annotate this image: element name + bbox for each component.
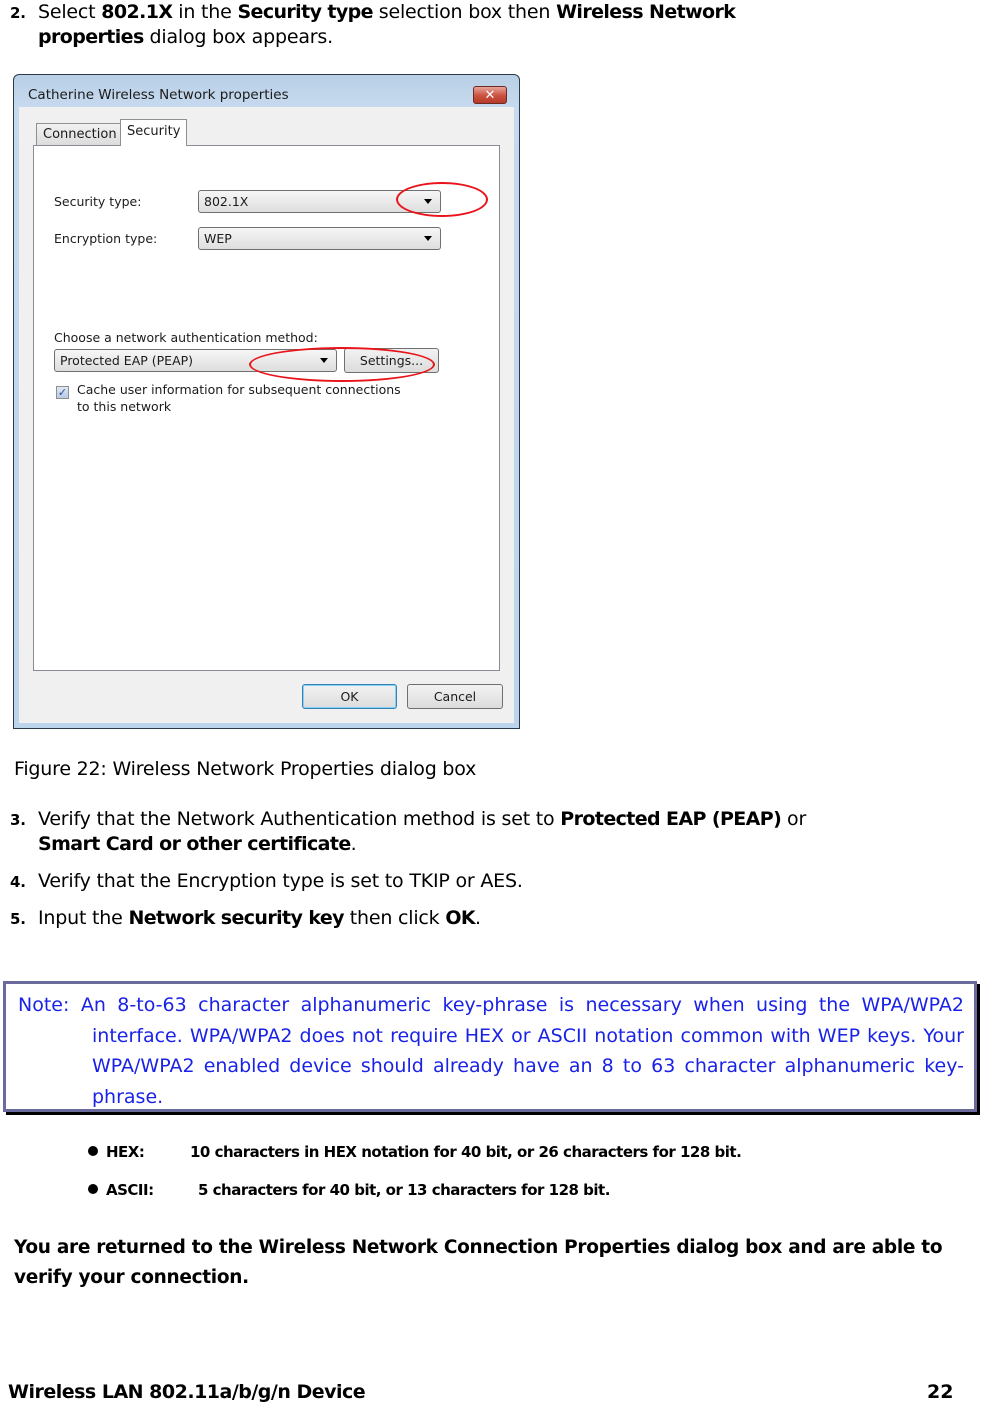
step-3: 3. Verify that the Network Authentication… [10,808,807,855]
figure-caption: Figure 22: Wireless Network Properties d… [14,758,477,780]
wireless-network-properties-dialog: Catherine Wireless Network properties ✕ … [13,74,520,729]
note-box: Note: An 8-to-63 character alphanumeric … [3,981,977,1112]
cache-user-info-checkbox[interactable]: ✓ [56,386,69,399]
page-number: 22 [927,1381,954,1403]
cancel-button[interactable]: Cancel [407,684,503,709]
footer-title: Wireless LAN 802.11a/b/g/n Device [8,1381,366,1403]
encryption-type-label: Encryption type: [54,231,158,246]
tab-connection[interactable]: Connection [36,123,124,145]
note-text: Note: An 8-to-63 character alphanumeric … [18,994,964,1108]
close-icon: ✕ [484,88,496,103]
cache-user-info-label: Cache user information for subsequent co… [77,382,401,414]
bullet-hex: HEX: 10 characters in HEX notation for 40… [88,1143,742,1161]
chevron-down-icon [424,236,432,241]
tab-security[interactable]: Security [120,119,188,146]
highlight-ellipse-settings [249,347,435,382]
auth-method-value: Protected EAP (PEAP) [60,353,194,368]
bullet-ascii: ASCII: 5 characters for 40 bit, or 13 cha… [88,1181,610,1199]
bullet-dot-icon [88,1146,98,1156]
auth-method-label: Choose a network authentication method: [54,330,318,345]
closing-paragraph: You are returned to the Wireless Network… [14,1237,943,1288]
ok-button[interactable]: OK [302,684,397,709]
checkmark-icon: ✓ [57,386,68,399]
security-tab-panel: Security type: 802.1X Encryption type: W… [33,145,500,671]
step-number: 2. [10,4,26,22]
highlight-ellipse-security-type [396,182,488,217]
encryption-type-value: WEP [204,231,232,246]
step-2: 2. Select 802.1X in the Security type sel… [10,1,736,48]
step-5: 5. Input the Network security key then cl… [10,907,481,929]
bullet-dot-icon [88,1184,98,1194]
security-type-value: 802.1X [204,194,249,209]
close-button[interactable]: ✕ [473,86,507,104]
security-type-label: Security type: [54,194,142,209]
encryption-type-select[interactable]: WEP [198,227,441,250]
step-4: 4. Verify that the Encryption type is set… [10,870,523,892]
dialog-title: Catherine Wireless Network properties [28,87,289,103]
